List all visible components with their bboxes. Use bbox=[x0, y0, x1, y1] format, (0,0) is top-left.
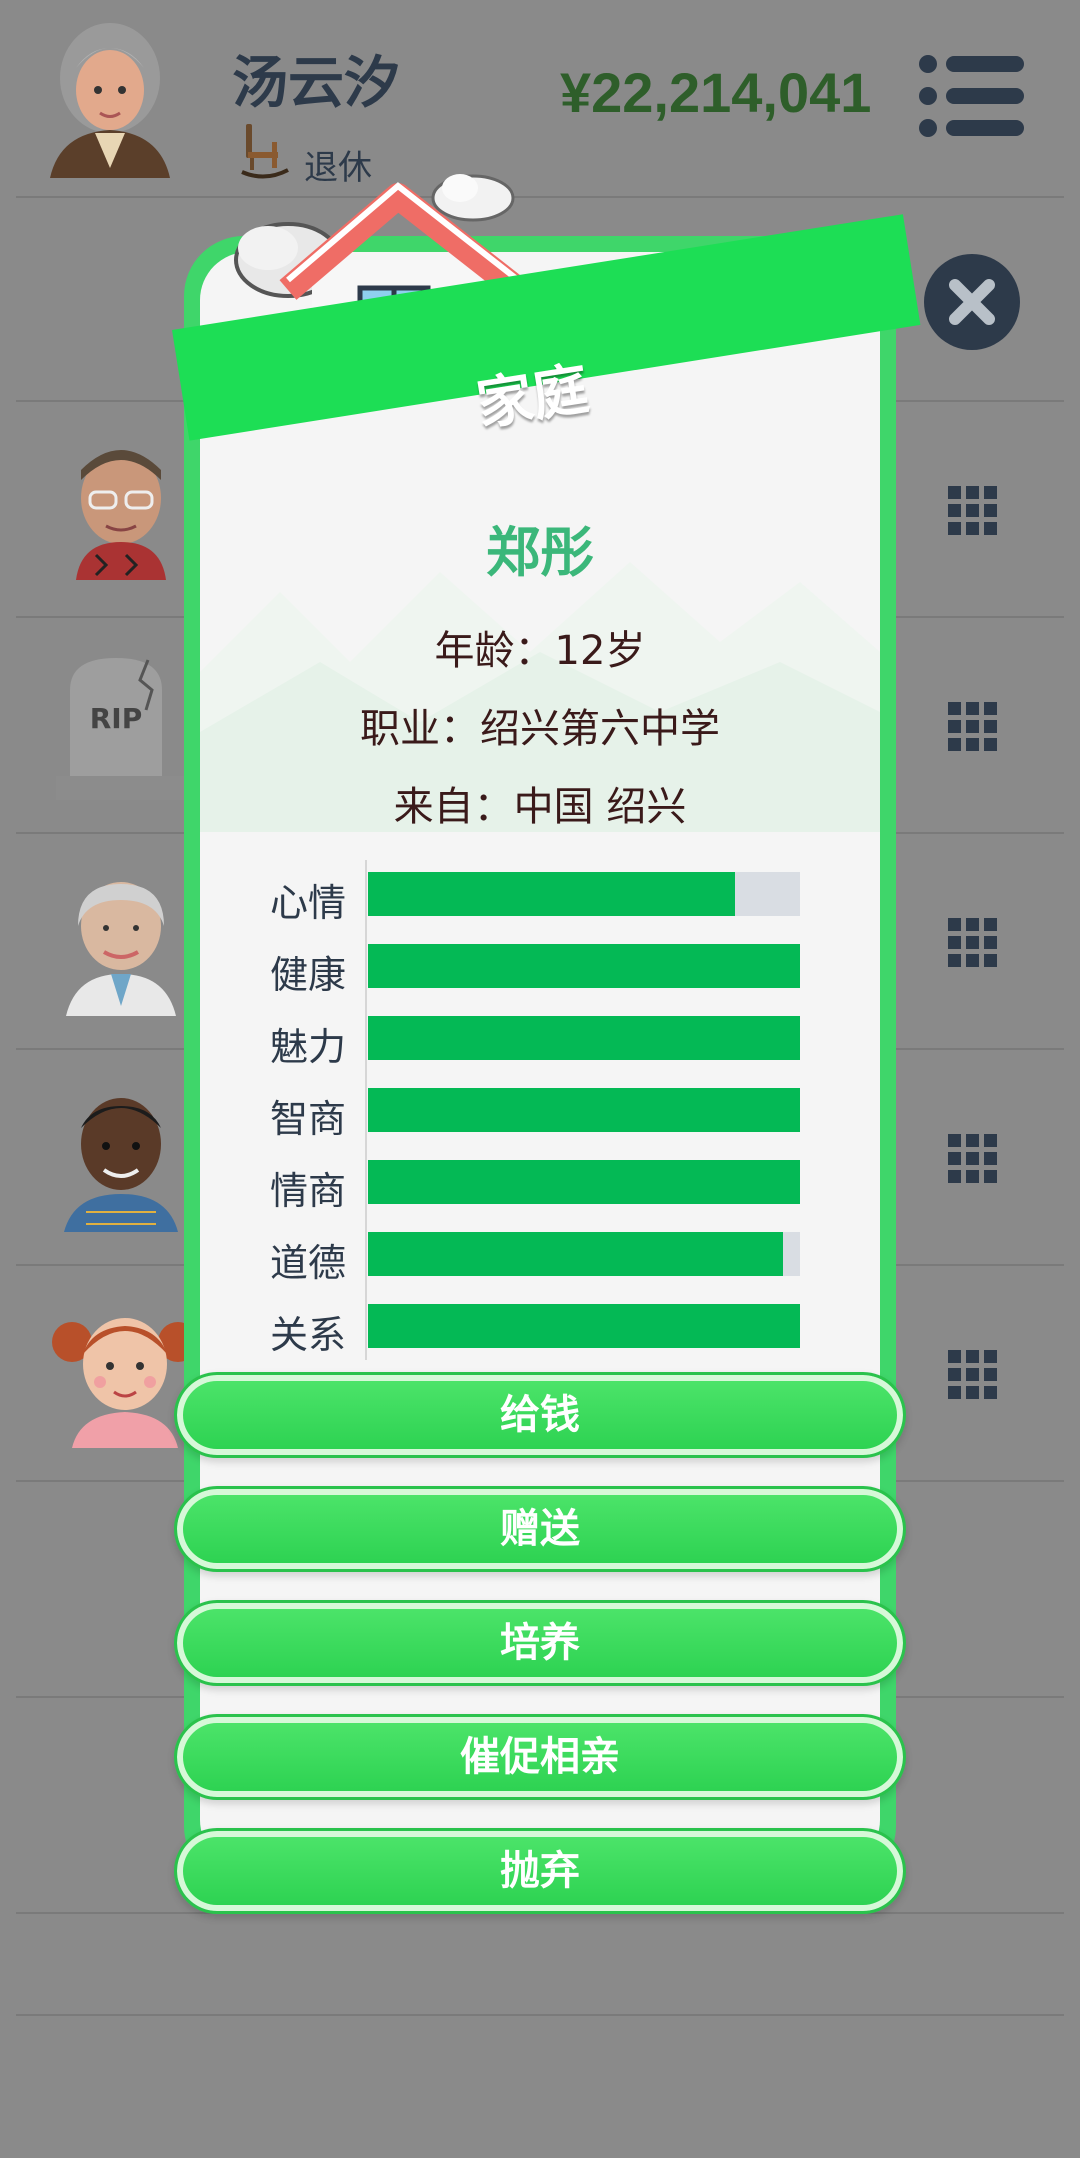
divider bbox=[16, 2014, 1064, 2016]
stat-bar-health bbox=[368, 944, 800, 988]
stat-fill-charm bbox=[368, 1016, 800, 1060]
member-job: 职业：绍兴第六中学 bbox=[360, 706, 720, 752]
money-balance: ¥22,214,041 bbox=[560, 61, 872, 124]
stat-label-iq: 智商 bbox=[270, 1097, 347, 1141]
stat-fill-morality bbox=[368, 1232, 783, 1276]
cloud-icon bbox=[431, 174, 515, 222]
stat-fill-iq bbox=[368, 1088, 800, 1132]
stat-separator bbox=[365, 860, 367, 1360]
stat-bar-morality bbox=[368, 1232, 800, 1276]
family-member-avatar[interactable] bbox=[56, 1082, 186, 1232]
grid-icon[interactable] bbox=[948, 1350, 998, 1400]
stat-label-health: 健康 bbox=[270, 953, 347, 997]
gift-button[interactable]: 赠送 bbox=[174, 1486, 906, 1572]
stat-fill-mood bbox=[368, 872, 736, 916]
stat-bar-iq bbox=[368, 1088, 800, 1132]
hamburger-icon[interactable] bbox=[918, 54, 1026, 138]
family-member-avatar[interactable] bbox=[56, 866, 186, 1016]
stat-fill-eq bbox=[368, 1160, 800, 1204]
member-name: 郑彤 bbox=[486, 521, 594, 584]
stat-label-mood: 心情 bbox=[270, 881, 347, 925]
abandon-button[interactable]: 抛弃 bbox=[174, 1828, 906, 1914]
stat-label-eq: 情商 bbox=[270, 1169, 347, 1213]
member-age: 年龄：12岁 bbox=[434, 628, 646, 674]
stat-bar-relationship bbox=[368, 1304, 800, 1348]
stat-fill-health bbox=[368, 944, 800, 988]
player-name: 汤云汐 bbox=[232, 51, 400, 116]
urge-blind-date-button[interactable]: 催促相亲 bbox=[174, 1714, 906, 1800]
stat-label-charm: 魅力 bbox=[270, 1025, 347, 1069]
stat-bar-mood bbox=[368, 872, 800, 916]
player-avatar[interactable] bbox=[40, 18, 180, 178]
close-icon[interactable] bbox=[922, 252, 1022, 352]
grid-icon[interactable] bbox=[948, 1134, 998, 1184]
dialog-title: 家庭 bbox=[472, 356, 594, 439]
member-origin: 来自：中国 绍兴 bbox=[393, 784, 687, 830]
stat-label-morality: 道德 bbox=[270, 1241, 347, 1285]
give-money-button[interactable]: 给钱 bbox=[174, 1372, 906, 1458]
nurture-button[interactable]: 培养 bbox=[174, 1600, 906, 1686]
stat-label-relationship: 关系 bbox=[270, 1313, 347, 1357]
grid-icon[interactable] bbox=[948, 918, 998, 968]
stat-bar-eq bbox=[368, 1160, 800, 1204]
stat-fill-relationship bbox=[368, 1304, 800, 1348]
stat-bar-charm bbox=[368, 1016, 800, 1060]
